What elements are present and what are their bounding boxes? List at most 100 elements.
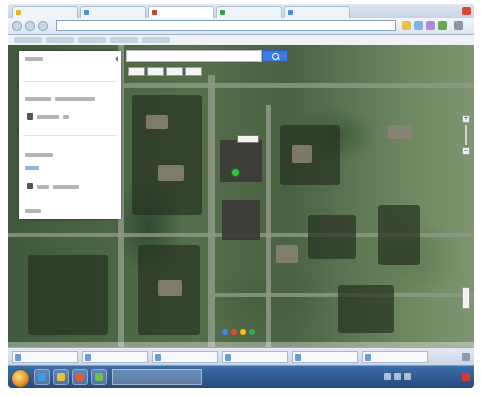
close-downloads-icon[interactable] [462, 353, 470, 361]
download-item[interactable] [82, 351, 148, 363]
downloads-bar [8, 347, 474, 366]
file-icon [155, 354, 161, 361]
taskbar-app-icon[interactable] [53, 369, 69, 385]
map-type-button[interactable] [128, 67, 145, 76]
download-item[interactable] [152, 351, 218, 363]
text-placeholder [53, 185, 79, 189]
zoom-controls: + − [462, 115, 470, 155]
panel-divider [23, 135, 117, 136]
place-icon [27, 113, 33, 120]
text-placeholder [37, 185, 49, 189]
download-item[interactable] [362, 351, 428, 363]
map-type-controls [128, 67, 206, 76]
map-type-button[interactable] [166, 67, 183, 76]
map-road [266, 105, 271, 347]
text-placeholder [55, 97, 95, 101]
system-tray [384, 369, 470, 385]
extension-icon[interactable] [438, 21, 447, 30]
link-placeholder [25, 166, 39, 170]
desktop-screen: + − [8, 4, 474, 388]
bookmark-item[interactable] [110, 37, 138, 43]
satellite-map[interactable]: + − [8, 45, 474, 347]
street-view-pegman-icon[interactable] [462, 287, 470, 309]
collapse-panel-icon[interactable] [111, 56, 118, 62]
download-item[interactable] [222, 351, 288, 363]
action-center-icon[interactable] [462, 373, 470, 381]
browser-icon [38, 373, 46, 381]
map-road [124, 83, 474, 88]
network-icon[interactable] [394, 373, 401, 380]
tray-icon[interactable] [384, 373, 391, 380]
browser-tab[interactable] [12, 6, 78, 18]
file-icon [85, 354, 91, 361]
text-placeholder [25, 97, 51, 101]
map-type-button[interactable] [185, 67, 202, 76]
download-item[interactable] [12, 351, 78, 363]
browser-tab[interactable] [80, 6, 146, 18]
window-close-icon[interactable] [462, 7, 471, 15]
bookmark-item[interactable] [142, 37, 170, 43]
file-icon [365, 354, 371, 361]
browser-tab[interactable] [284, 6, 350, 18]
map-tree-cover [378, 205, 420, 265]
volume-icon[interactable] [404, 373, 411, 380]
zoom-out-button[interactable]: − [462, 147, 470, 155]
map-building [292, 145, 312, 163]
address-bar[interactable] [56, 20, 396, 31]
text-placeholder [25, 209, 41, 213]
download-item[interactable] [292, 351, 358, 363]
folder-icon [57, 373, 65, 381]
tab-favicon-icon [288, 10, 293, 15]
start-button[interactable] [11, 369, 30, 388]
map-search-input[interactable] [126, 50, 262, 62]
map-building [222, 200, 260, 240]
text-placeholder [37, 115, 59, 119]
map-logo [218, 328, 278, 336]
text-placeholder [25, 153, 53, 157]
media-icon [76, 373, 84, 381]
menu-icon[interactable] [454, 21, 463, 30]
tab-favicon-icon [16, 10, 21, 15]
file-icon [225, 354, 231, 361]
browser-tab-bar [8, 4, 474, 18]
panel-divider [23, 81, 117, 82]
map-search-button[interactable] [262, 50, 288, 62]
zoom-slider[interactable] [465, 125, 467, 145]
taskbar-window-button[interactable] [112, 369, 202, 385]
extension-icon[interactable] [426, 21, 435, 30]
logo-dot [222, 329, 228, 335]
file-icon [295, 354, 301, 361]
zoom-in-button[interactable]: + [462, 115, 470, 123]
text-placeholder [63, 115, 69, 119]
reload-icon[interactable] [38, 21, 48, 31]
bookmark-star-icon[interactable] [402, 21, 411, 30]
app-icon [95, 373, 103, 381]
map-building [158, 280, 182, 296]
map-marker-icon[interactable] [232, 169, 239, 176]
browser-tab[interactable] [216, 6, 282, 18]
taskbar-app-icon[interactable] [72, 369, 88, 385]
taskbar-app-icon[interactable] [34, 369, 50, 385]
map-tree-cover [28, 255, 108, 335]
map-building [220, 140, 262, 182]
map-type-button[interactable] [147, 67, 164, 76]
map-building [146, 115, 168, 129]
panel-header-placeholder [25, 57, 43, 61]
map-building [276, 245, 298, 263]
browser-tab-active[interactable] [148, 6, 214, 18]
map-tree-cover [132, 95, 202, 215]
map-building [388, 125, 412, 139]
file-icon [15, 354, 21, 361]
windows-taskbar [8, 365, 474, 388]
bookmark-item[interactable] [14, 37, 42, 43]
taskbar-app-icon[interactable] [91, 369, 107, 385]
map-label-tag[interactable] [237, 135, 259, 143]
forward-icon[interactable] [25, 21, 35, 31]
back-icon[interactable] [12, 21, 22, 31]
map-road [208, 75, 215, 347]
bookmark-item[interactable] [78, 37, 106, 43]
logo-dot [249, 329, 255, 335]
bookmark-item[interactable] [46, 37, 74, 43]
tab-favicon-icon [84, 10, 89, 15]
extension-icon[interactable] [414, 21, 423, 30]
